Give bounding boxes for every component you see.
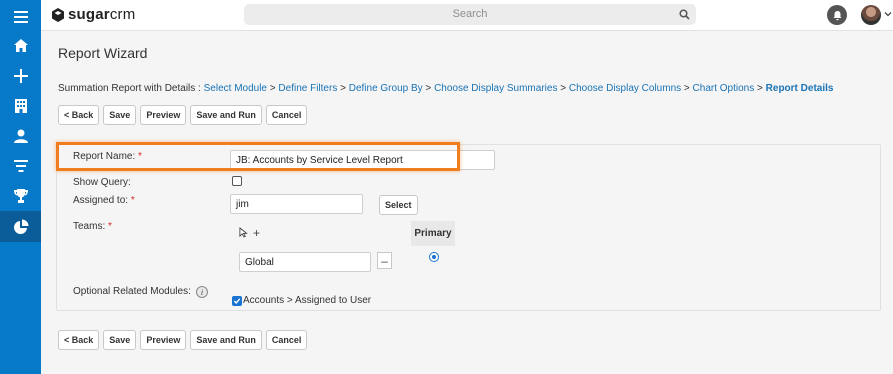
required-marker: * bbox=[108, 221, 112, 232]
contacts-icon[interactable] bbox=[0, 121, 41, 151]
cancel-button[interactable]: Cancel bbox=[265, 330, 308, 350]
back-button[interactable]: < Back bbox=[58, 105, 100, 125]
assigned-to-label-text: Assigned to: bbox=[73, 195, 129, 206]
reports-icon[interactable] bbox=[0, 211, 41, 242]
info-icon[interactable]: i bbox=[196, 286, 208, 298]
report-details-panel: Report Name: * JB: Accounts by Service L… bbox=[56, 144, 881, 311]
cursor-select-icon[interactable] bbox=[237, 224, 249, 241]
filter-icon[interactable] bbox=[0, 151, 41, 181]
page-title: Report Wizard bbox=[58, 45, 148, 61]
save-button[interactable]: Save bbox=[103, 105, 137, 125]
breadcrumb-step-select-module[interactable]: Select Module bbox=[204, 83, 267, 94]
home-icon[interactable] bbox=[0, 31, 41, 61]
preview-button[interactable]: Preview bbox=[140, 330, 187, 350]
trophy-icon[interactable] bbox=[0, 181, 41, 211]
primary-team-radio[interactable] bbox=[429, 252, 439, 262]
breadcrumb-step-chart-options[interactable]: Chart Options bbox=[693, 83, 755, 94]
breadcrumb-step-define-group-by[interactable]: Define Group By bbox=[349, 83, 423, 94]
top-bar: sugar crm Search bbox=[41, 0, 893, 31]
user-avatar[interactable] bbox=[861, 5, 881, 25]
report-name-field[interactable]: JB: Accounts by Service Level Report bbox=[230, 150, 495, 170]
sugarcrm-logo[interactable]: sugar crm bbox=[51, 6, 135, 23]
related-module-option: Accounts > Assigned to User bbox=[243, 295, 372, 306]
breadcrumb-step-display-columns[interactable]: Choose Display Columns bbox=[569, 83, 681, 94]
show-query-label: Show Query: bbox=[73, 177, 131, 188]
search-input[interactable]: Search bbox=[244, 4, 696, 25]
report-name-label-text: Report Name: bbox=[73, 151, 136, 162]
related-modules-label: Optional Related Modules: bbox=[73, 286, 191, 297]
save-and-run-button[interactable]: Save and Run bbox=[190, 105, 262, 125]
related-module-checkbox[interactable] bbox=[232, 296, 242, 306]
report-name-label: Report Name: * bbox=[73, 151, 142, 162]
menu-icon[interactable] bbox=[0, 2, 41, 32]
chevron-down-icon[interactable] bbox=[884, 10, 892, 18]
save-button[interactable]: Save bbox=[103, 330, 137, 350]
teams-label: Teams: * bbox=[73, 221, 112, 232]
breadcrumb-separator: > bbox=[337, 83, 349, 94]
main-content: Report Wizard Summation Report with Deta… bbox=[41, 31, 893, 374]
search-placeholder: Search bbox=[452, 8, 488, 20]
bottom-button-row: < Back Save Preview Save and Run Cancel bbox=[58, 330, 308, 350]
assigned-to-field[interactable]: jim bbox=[230, 194, 363, 214]
add-team-icon[interactable]: + bbox=[249, 224, 264, 241]
breadcrumb-separator: > bbox=[754, 83, 766, 94]
back-button[interactable]: < Back bbox=[58, 330, 100, 350]
save-and-run-button[interactable]: Save and Run bbox=[190, 330, 262, 350]
preview-button[interactable]: Preview bbox=[140, 105, 187, 125]
breadcrumb: Summation Report with Details : Select M… bbox=[58, 83, 833, 94]
show-query-checkbox[interactable] bbox=[232, 176, 242, 186]
notifications-bell-icon[interactable] bbox=[827, 5, 847, 25]
assigned-to-label: Assigned to: * bbox=[73, 195, 135, 206]
logo-text: crm bbox=[109, 6, 136, 23]
top-button-row: < Back Save Preview Save and Run Cancel bbox=[58, 105, 308, 125]
breadcrumb-step-display-summaries[interactable]: Choose Display Summaries bbox=[434, 83, 557, 94]
breadcrumb-current: Report Details bbox=[765, 83, 834, 94]
breadcrumb-separator: > bbox=[422, 83, 435, 94]
breadcrumb-step-define-filters[interactable]: Define Filters bbox=[278, 83, 337, 94]
building-icon[interactable] bbox=[0, 91, 41, 121]
select-user-button[interactable]: Select bbox=[379, 195, 418, 215]
breadcrumb-separator: > bbox=[267, 83, 279, 94]
teams-label-text: Teams: bbox=[73, 221, 106, 232]
sidebar bbox=[0, 0, 41, 374]
team-name-field[interactable]: Global bbox=[239, 252, 371, 272]
remove-team-button[interactable]: – bbox=[377, 252, 392, 269]
breadcrumb-prefix: Summation Report with Details : bbox=[58, 83, 204, 94]
required-marker: * bbox=[138, 151, 142, 162]
search-icon[interactable] bbox=[679, 9, 690, 20]
breadcrumb-separator: > bbox=[557, 83, 569, 94]
logo-cube-icon bbox=[52, 7, 64, 22]
plus-icon[interactable] bbox=[0, 61, 41, 91]
cancel-button[interactable]: Cancel bbox=[265, 105, 308, 125]
logo-text-bold: sugar bbox=[68, 6, 110, 23]
primary-column-header: Primary bbox=[411, 221, 455, 246]
breadcrumb-separator: > bbox=[681, 83, 693, 94]
required-marker: * bbox=[130, 195, 135, 206]
